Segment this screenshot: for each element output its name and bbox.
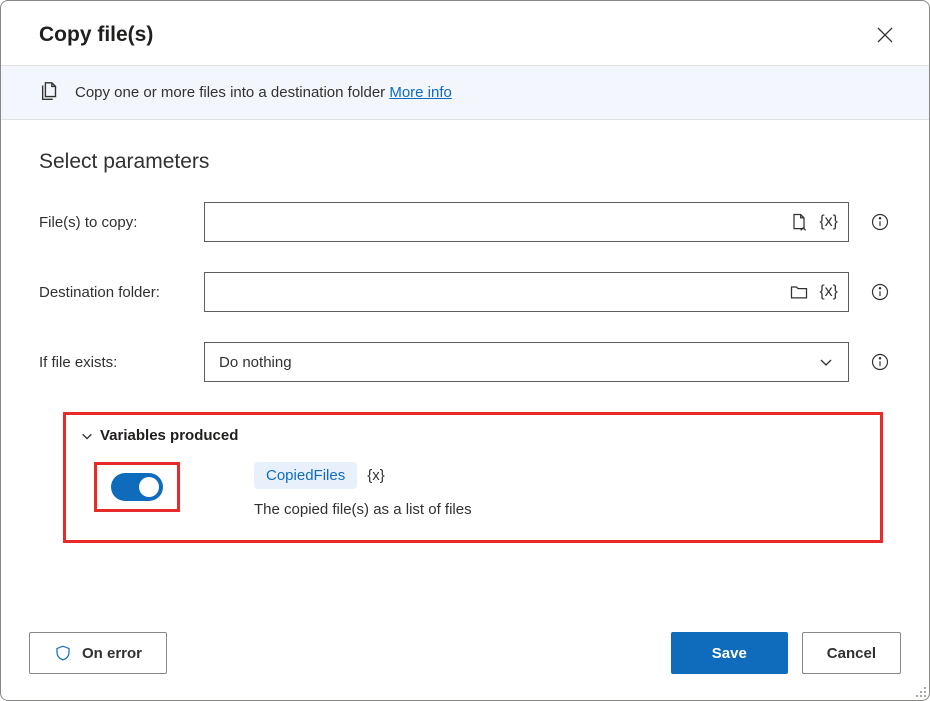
info-icon (870, 212, 890, 232)
dialog-footer: On error Save Cancel (1, 612, 929, 700)
variable-icon: {x} (819, 283, 838, 301)
on-error-button[interactable]: On error (29, 632, 167, 674)
variable-row: CopiedFiles {x} The copied file(s) as a … (80, 462, 866, 518)
info-icon (870, 282, 890, 302)
save-button[interactable]: Save (671, 632, 788, 674)
variables-produced-section: Variables produced CopiedFiles {x} The c… (63, 412, 883, 543)
files-info-button[interactable] (869, 211, 891, 233)
toggle-knob (139, 477, 159, 497)
exists-select[interactable]: Do nothing (204, 342, 849, 382)
file-exists-row: If file exists: Do nothing (39, 342, 891, 382)
close-button[interactable] (871, 21, 899, 49)
section-title: Select parameters (39, 150, 891, 174)
cancel-button[interactable]: Cancel (802, 632, 901, 674)
copy-files-icon (39, 80, 61, 105)
dialog-header: Copy file(s) (1, 1, 929, 65)
destination-row: Destination folder: {x} (39, 272, 891, 312)
resize-handle-icon[interactable] (915, 686, 927, 698)
destination-input[interactable] (217, 273, 781, 311)
files-input-wrapper: {x} (204, 202, 849, 242)
info-banner: Copy one or more files into a destinatio… (1, 65, 929, 120)
exists-info-button[interactable] (869, 351, 891, 373)
info-icon (870, 352, 890, 372)
files-label: File(s) to copy: (39, 214, 184, 231)
variable-syntax: {x} (367, 467, 385, 484)
files-input[interactable] (217, 203, 781, 241)
file-select-icon (789, 212, 809, 232)
variable-picker-button[interactable]: {x} (817, 281, 840, 303)
destination-label: Destination folder: (39, 284, 184, 301)
toggle-highlight (94, 462, 180, 512)
variables-header[interactable]: Variables produced (80, 427, 866, 444)
dialog-content: Select parameters File(s) to copy: {x} D… (1, 120, 929, 612)
dialog-title: Copy file(s) (39, 23, 153, 47)
variable-name-badge[interactable]: CopiedFiles (254, 462, 357, 489)
variable-picker-button[interactable]: {x} (817, 211, 840, 233)
exists-label: If file exists: (39, 354, 184, 371)
files-to-copy-row: File(s) to copy: {x} (39, 202, 891, 242)
chevron-down-icon (818, 354, 834, 370)
file-picker-button[interactable] (787, 210, 811, 234)
variable-description: The copied file(s) as a list of files (254, 501, 472, 518)
variable-icon: {x} (819, 213, 838, 231)
chevron-down-icon (80, 429, 94, 443)
variable-toggle[interactable] (111, 473, 163, 501)
variable-name-row: CopiedFiles {x} (254, 462, 472, 489)
destination-info-button[interactable] (869, 281, 891, 303)
close-icon (877, 27, 893, 43)
variable-details: CopiedFiles {x} The copied file(s) as a … (254, 462, 472, 518)
destination-input-wrapper: {x} (204, 272, 849, 312)
folder-picker-button[interactable] (787, 280, 811, 304)
banner-text: Copy one or more files into a destinatio… (75, 84, 452, 101)
copy-files-dialog: Copy file(s) Copy one or more files into… (0, 0, 930, 701)
folder-icon (789, 282, 809, 302)
shield-icon (54, 644, 72, 662)
exists-value: Do nothing (219, 354, 292, 371)
more-info-link[interactable]: More info (389, 84, 452, 101)
